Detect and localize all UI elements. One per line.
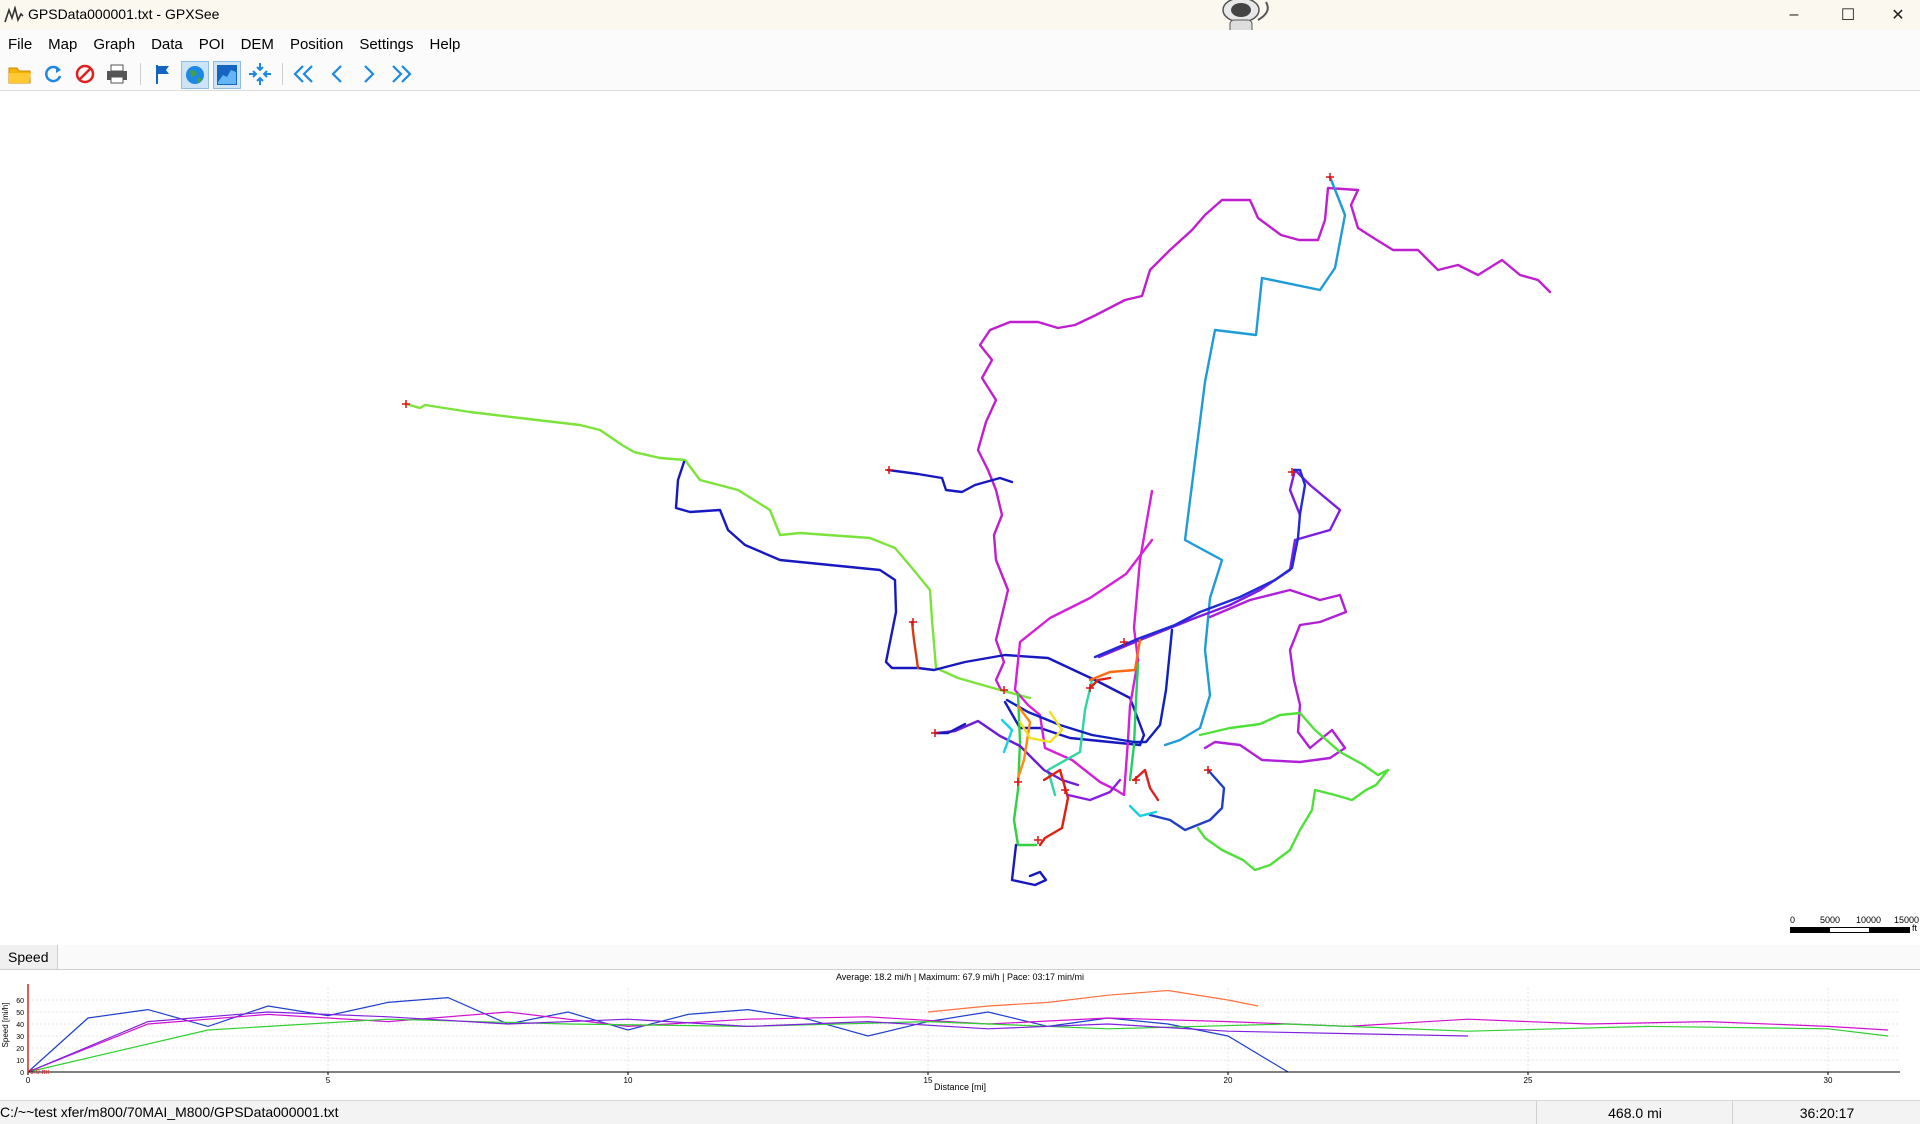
toolbar-separator <box>282 63 283 85</box>
close-window-button[interactable]: ✕ <box>1876 0 1920 30</box>
scale-bar-graphic <box>1790 927 1910 933</box>
endpoint-marker <box>885 466 893 474</box>
first-file-icon[interactable] <box>291 61 317 87</box>
endpoint-marker <box>1326 173 1334 181</box>
graph-y-axis-label: Speed [mi/h] <box>1 1003 10 1048</box>
menu-bar: File Map Graph Data POI DEM Position Set… <box>0 30 1920 58</box>
graph-y-tick-label: 30 <box>16 1034 24 1041</box>
scale-label-5000: 5000 <box>1820 915 1841 925</box>
status-time: 36:20:17 <box>1732 1101 1920 1124</box>
menu-data[interactable]: Data <box>143 36 191 53</box>
scale-bar: 0 5000 10000 15000 ft <box>1790 915 1920 935</box>
menu-settings[interactable]: Settings <box>351 36 421 53</box>
globe-icon[interactable] <box>181 61 209 89</box>
graph-position-label: 0.0 mi <box>30 1069 50 1076</box>
menu-position[interactable]: Position <box>282 36 351 53</box>
graph-y-tick-label: 10 <box>16 1058 24 1065</box>
track-red-south <box>1132 768 1160 802</box>
next-file-icon[interactable] <box>356 61 382 87</box>
graph-icon[interactable] <box>213 61 241 89</box>
tab-speed[interactable]: Speed <box>0 945 58 969</box>
graph-x-tick-label: 15 <box>924 1076 933 1085</box>
graph-x-tick-label: 5 <box>326 1076 331 1085</box>
track-blue-south-tail <box>1010 843 1048 887</box>
track-orange-east <box>1088 638 1142 682</box>
flag-icon[interactable] <box>150 61 176 87</box>
endpoint-marker <box>931 729 939 737</box>
track-red-sw <box>910 620 920 670</box>
toolbar <box>0 58 1920 91</box>
track-map[interactable] <box>0 91 1920 941</box>
title-bar: GPSData000001.txt - GPXSee – ☐ ✕ <box>0 0 1920 56</box>
previous-file-icon[interactable] <box>324 61 350 87</box>
graph-x-tick-label: 0 <box>26 1076 31 1085</box>
last-file-icon[interactable] <box>388 61 414 87</box>
reload-icon[interactable] <box>40 61 66 87</box>
graph-series-line <box>27 1011 1469 1073</box>
graph-series-line <box>27 996 1289 1073</box>
graph-x-tick-label: 25 <box>1524 1076 1533 1085</box>
graph-tab-bar: Speed <box>0 945 1920 970</box>
menu-graph[interactable]: Graph <box>85 36 143 53</box>
track-green-west <box>404 402 1032 700</box>
graph-info-text: Average: 18.2 mi/h | Maximum: 67.9 mi/h … <box>836 972 1084 982</box>
track-magenta-north <box>976 186 1552 692</box>
graph-y-tick-label: 50 <box>16 1010 24 1017</box>
track-darkblue-nw <box>886 468 1014 494</box>
menu-poi[interactable]: POI <box>191 36 233 53</box>
track-lightblue <box>1163 175 1347 747</box>
graph-y-tick-label: 0 <box>20 1070 24 1077</box>
endpoint-marker <box>1014 778 1022 786</box>
track-cyan-sw <box>1000 718 1014 754</box>
track-blue-east <box>1093 468 1307 659</box>
graph-x-tick-label: 20 <box>1224 1076 1233 1085</box>
track-darkblue-west <box>674 460 1146 747</box>
scale-label-10000: 10000 <box>1856 915 1882 925</box>
graph-y-tick-label: 40 <box>16 1022 24 1029</box>
menu-map[interactable]: Map <box>40 36 85 53</box>
center-map-icon[interactable] <box>247 61 273 87</box>
status-bar: C:/~~test xfer/m800/70MAI_M800/GPSData00… <box>0 1100 1920 1124</box>
graph-x-tick-label: 30 <box>1824 1076 1833 1085</box>
status-distance: 468.0 mi <box>1536 1101 1733 1124</box>
graph-grid <box>27 988 1900 1073</box>
graph-series-line <box>27 1011 1889 1073</box>
maximize-button[interactable]: ☐ <box>1826 0 1870 30</box>
menu-dem[interactable]: DEM <box>233 36 282 53</box>
menu-help[interactable]: Help <box>422 36 469 53</box>
graph-axes: 0 10 20 30 40 50 60 0 5 10 15 20 25 30 <box>16 984 1900 1085</box>
minimize-button[interactable]: – <box>1772 0 1816 30</box>
close-file-icon[interactable] <box>72 61 98 87</box>
map-view[interactable]: 0 5000 10000 15000 ft <box>0 91 1920 941</box>
track-red-center <box>1038 768 1070 847</box>
speed-graph-plot[interactable]: Average: 18.2 mi/h | Maximum: 67.9 mi/h … <box>0 970 1920 1100</box>
toolbar-separator <box>140 63 141 85</box>
graph-series-line <box>927 989 1259 1013</box>
track-endpoint-markers <box>402 173 1334 844</box>
track-blue-south <box>1148 768 1226 832</box>
endpoint-marker <box>909 618 917 626</box>
track-green-east <box>1196 711 1390 872</box>
scale-unit: ft <box>1912 923 1918 933</box>
menu-file[interactable]: File <box>0 36 40 53</box>
track-purple-ne <box>1203 588 1348 764</box>
scale-label-0: 0 <box>1790 915 1796 925</box>
window-title: GPSData000001.txt - GPXSee <box>28 6 220 22</box>
gpxsee-app-icon <box>4 6 24 23</box>
print-icon[interactable] <box>104 61 130 87</box>
graph-x-axis-label: Distance [mi] <box>934 1082 986 1092</box>
graph-x-tick-label: 10 <box>624 1076 633 1085</box>
track-purple-lower <box>1066 778 1122 802</box>
graph-y-tick-label: 20 <box>16 1046 24 1053</box>
endpoint-marker <box>1061 786 1069 794</box>
status-file-path: C:/~~test xfer/m800/70MAI_M800/GPSData00… <box>0 1104 339 1120</box>
endpoint-marker <box>402 400 410 408</box>
speed-graph[interactable]: Average: 18.2 mi/h | Maximum: 67.9 mi/h … <box>0 970 1920 1100</box>
graph-y-tick-label: 60 <box>16 998 24 1005</box>
open-folder-icon[interactable] <box>7 61 33 87</box>
